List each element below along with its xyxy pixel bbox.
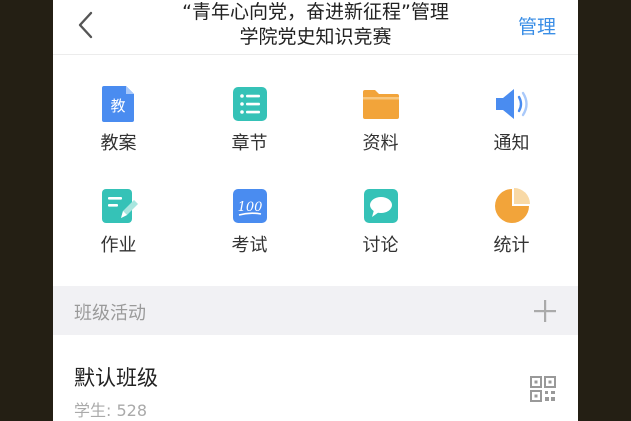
feature-exam-label: 考试 (231, 235, 268, 256)
feature-notice-label: 通知 (493, 133, 530, 154)
class-name: 默认班级 (74, 366, 158, 390)
student-count: 学生: 528 (74, 401, 148, 420)
discussion-bubble-icon (361, 186, 401, 226)
plus-icon (534, 300, 556, 322)
page-title: “青年心向党，奋进新征程”管理 学院党史知识竞赛 (153, 0, 478, 50)
feature-discussion-label: 讨论 (362, 235, 399, 256)
class-activity-header: 班级活动 (53, 286, 578, 335)
folder-icon (361, 84, 401, 124)
feature-homework-label: 作业 (100, 235, 137, 256)
section-title: 班级活动 (74, 303, 146, 324)
pie-chart-icon (492, 186, 532, 226)
speaker-icon (492, 84, 532, 124)
exam-score-icon: 100 (230, 186, 270, 226)
qr-code-icon (530, 376, 556, 402)
feature-homework[interactable]: 作业 (53, 186, 184, 257)
feature-exam[interactable]: 100 考试 (184, 186, 315, 257)
manage-button[interactable]: 管理 (518, 12, 556, 39)
top-bar: “青年心向党，奋进新征程”管理 学院党史知识竞赛 管理 (53, 0, 578, 55)
feature-lesson-plan-label: 教案 (100, 133, 137, 154)
add-activity-button[interactable] (532, 298, 558, 324)
chevron-left-icon (78, 11, 93, 39)
homework-edit-icon (99, 186, 139, 226)
feature-statistics[interactable]: 统计 (446, 186, 577, 257)
chapter-list-icon (230, 84, 270, 124)
feature-materials[interactable]: 资料 (315, 84, 446, 155)
feature-chapters-label: 章节 (231, 133, 268, 154)
feature-materials-label: 资料 (362, 133, 399, 154)
feature-lesson-plan[interactable]: 教 教案 (53, 84, 184, 155)
page-title-line2: 学院党史知识竞赛 (239, 26, 392, 48)
qr-code-button[interactable] (530, 376, 556, 402)
back-button[interactable] (71, 8, 101, 42)
lesson-plan-icon: 教 (99, 84, 139, 124)
feature-chapters[interactable]: 章节 (184, 84, 315, 155)
feature-notice[interactable]: 通知 (446, 84, 577, 155)
class-list-item[interactable]: 默认班级 学生: 528 (53, 336, 578, 421)
page-title-line1: “青年心向党，奋进新征程”管理 (182, 1, 449, 23)
course-screen: “青年心向党，奋进新征程”管理 学院党史知识竞赛 管理 教 教案 章节 资料 通… (53, 0, 578, 421)
feature-statistics-label: 统计 (493, 235, 530, 256)
feature-discussion[interactable]: 讨论 (315, 186, 446, 257)
svg-text:教: 教 (110, 97, 125, 115)
